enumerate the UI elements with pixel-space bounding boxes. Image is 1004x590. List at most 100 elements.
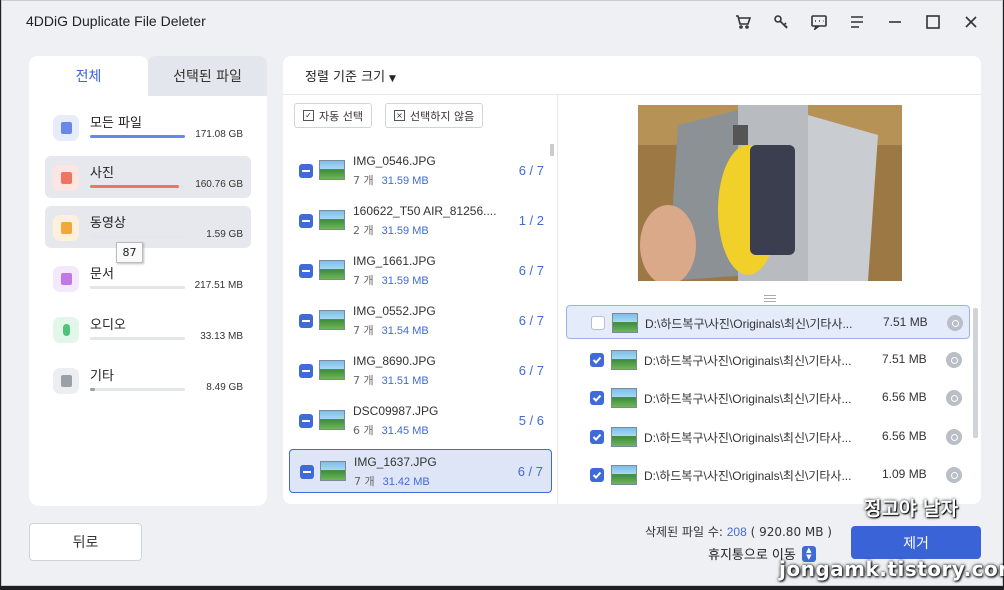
zoom-icon[interactable] [946,390,962,406]
duplicate-group-row[interactable]: IMG_0546.JPG 7 개 31.59 MB 6 / 7 [289,149,552,193]
preview-photo [638,105,902,281]
group-meta: 2 개 31.59 MB [353,222,429,238]
key-icon[interactable] [762,9,800,35]
auto-select-button[interactable]: ✓ 자동 선택 [294,103,372,128]
file-checkbox[interactable] [590,430,604,444]
document-icon [53,266,79,292]
group-count-text: 7 개 [353,274,374,287]
category-photos[interactable]: 사진 160.76 GB [45,156,251,198]
group-size: 31.59 MB [381,175,429,187]
feedback-icon[interactable] [800,9,838,35]
category-documents[interactable]: 문서 217.51 MB [45,257,251,299]
selected-count: 1 [518,213,526,228]
category-other[interactable]: 기타 8.49 GB [45,359,251,401]
category-size: 171.08 GB [195,129,243,140]
auto-select-icon: ✓ [303,110,314,121]
file-checkbox[interactable] [590,353,604,367]
group-file-name: IMG_0546.JPG [353,154,436,168]
group-size: 31.59 MB [381,225,429,237]
folder-icon [53,115,79,141]
zoom-icon[interactable] [946,467,962,483]
caret-down-icon: ▼ [389,74,396,84]
duplicate-file-row[interactable]: D:\하드복구\사진\Originals\최신\기타사... 6.56 MB [566,420,970,454]
category-all-files[interactable]: 모든 파일 171.08 GB [45,106,251,148]
file-checkbox[interactable] [591,316,605,330]
file-checkbox[interactable] [590,468,604,482]
cart-icon[interactable] [724,9,762,35]
group-checkbox[interactable] [299,364,313,378]
category-audio[interactable]: 오디오 33.13 MB [45,308,251,350]
tab-all[interactable]: 전체 [29,56,148,96]
title-bar-icons [724,9,990,35]
resize-handle[interactable] [764,293,776,304]
duplicate-group-row[interactable]: DSC09987.JPG 6 개 31.45 MB 5 / 6 [289,399,552,443]
group-size: 31.54 MB [381,325,429,337]
category-progress [90,235,185,238]
group-file-name: 160622_T50 AIR_81256.... [353,204,497,218]
file-size: 7.51 MB [882,352,927,366]
group-count-text: 7 개 [353,324,374,337]
category-progress [90,135,185,138]
group-file-name: IMG_8690.JPG [353,354,436,368]
group-selection-count: 6 / 7 [518,313,544,328]
group-count-text: 2 개 [353,224,374,237]
group-selection-count: 5 / 6 [518,413,544,428]
image-thumbnail [320,461,346,481]
duplicate-file-row[interactable]: D:\하드복구\사진\Originals\최신\기타사... 6.56 MB [566,381,970,415]
back-button[interactable]: 뒤로 [29,523,142,561]
total-count: 7 [536,163,544,178]
deleted-count: 208 [726,525,747,539]
group-selection-count: 6 / 7 [518,363,544,378]
deleted-file-count: 삭제된 파일 수: 208 ( 920.80 MB ) [645,523,832,540]
maximize-icon[interactable] [914,9,952,35]
category-videos[interactable]: 동영상 1.59 GB [45,206,251,248]
group-checkbox[interactable] [299,414,313,428]
selected-count: 6 [518,313,526,328]
file-list-scrollbar[interactable] [973,308,978,438]
group-file-name: DSC09987.JPG [353,404,439,418]
group-checkbox[interactable] [299,214,313,228]
image-thumbnail [319,210,345,230]
menu-icon[interactable] [838,9,876,35]
file-size: 7.51 MB [883,315,928,329]
watermark-logo: 정고야 날자 [864,498,959,520]
deleted-size: ( 920.80 MB ) [750,525,832,539]
group-count-text: 7 개 [353,174,374,187]
minimize-icon[interactable] [876,9,914,35]
total-count: 7 [536,363,544,378]
file-path: D:\하드복구\사진\Originals\최신\기타사... [644,431,852,445]
duplicate-file-row[interactable]: D:\하드복구\사진\Originals\최신\기타사... 7.51 MB [566,343,970,377]
tab-selected-files[interactable]: 선택된 파일 [148,56,267,96]
group-checkbox[interactable] [299,264,313,278]
group-checkbox[interactable] [299,164,313,178]
zoom-icon[interactable] [947,315,963,331]
duplicate-group-row[interactable]: IMG_1637.JPG 7 개 31.42 MB 6 / 7 [289,449,552,493]
duplicate-file-row[interactable]: D:\하드복구\사진\Originals\최신\기타사... 1.09 MB [566,458,970,492]
app-title: 4DDiG Duplicate File Deleter [26,13,206,29]
remove-button[interactable]: 제거 [851,526,981,559]
group-file-name: IMG_0552.JPG [353,304,436,318]
image-thumbnail [319,160,345,180]
sort-dropdown[interactable]: 정렬 기준 크기 ▼ [305,66,396,85]
divider [283,94,981,95]
group-meta: 7 개 31.42 MB [354,473,430,489]
group-checkbox[interactable] [300,465,314,479]
selected-count: 6 [518,163,526,178]
duplicate-group-row[interactable]: IMG_0552.JPG 7 개 31.54 MB 6 / 7 [289,299,552,343]
group-checkbox[interactable] [299,314,313,328]
duplicate-group-row[interactable]: 160622_T50 AIR_81256.... 2 개 31.59 MB 1 / 2 [289,199,552,243]
zoom-icon[interactable] [946,352,962,368]
duplicate-group-row[interactable]: IMG_8690.JPG 7 개 31.51 MB 6 / 7 [289,349,552,393]
group-selection-count: 1 / 2 [518,213,544,228]
progress-tooltip: 87 [116,242,143,263]
file-checkbox[interactable] [590,391,604,405]
image-thumbnail [611,427,637,447]
duplicate-file-row[interactable]: D:\하드복구\사진\Originals\최신\기타사... 7.51 MB [566,305,970,339]
close-icon[interactable] [952,9,990,35]
group-file-name: IMG_1637.JPG [354,455,437,469]
deselect-button[interactable]: × 선택하지 않음 [385,103,484,128]
zoom-icon[interactable] [946,429,962,445]
selected-count: 5 [518,413,526,428]
total-count: 6 [536,413,544,428]
duplicate-group-row[interactable]: IMG_1661.JPG 7 개 31.59 MB 6 / 7 [289,249,552,293]
